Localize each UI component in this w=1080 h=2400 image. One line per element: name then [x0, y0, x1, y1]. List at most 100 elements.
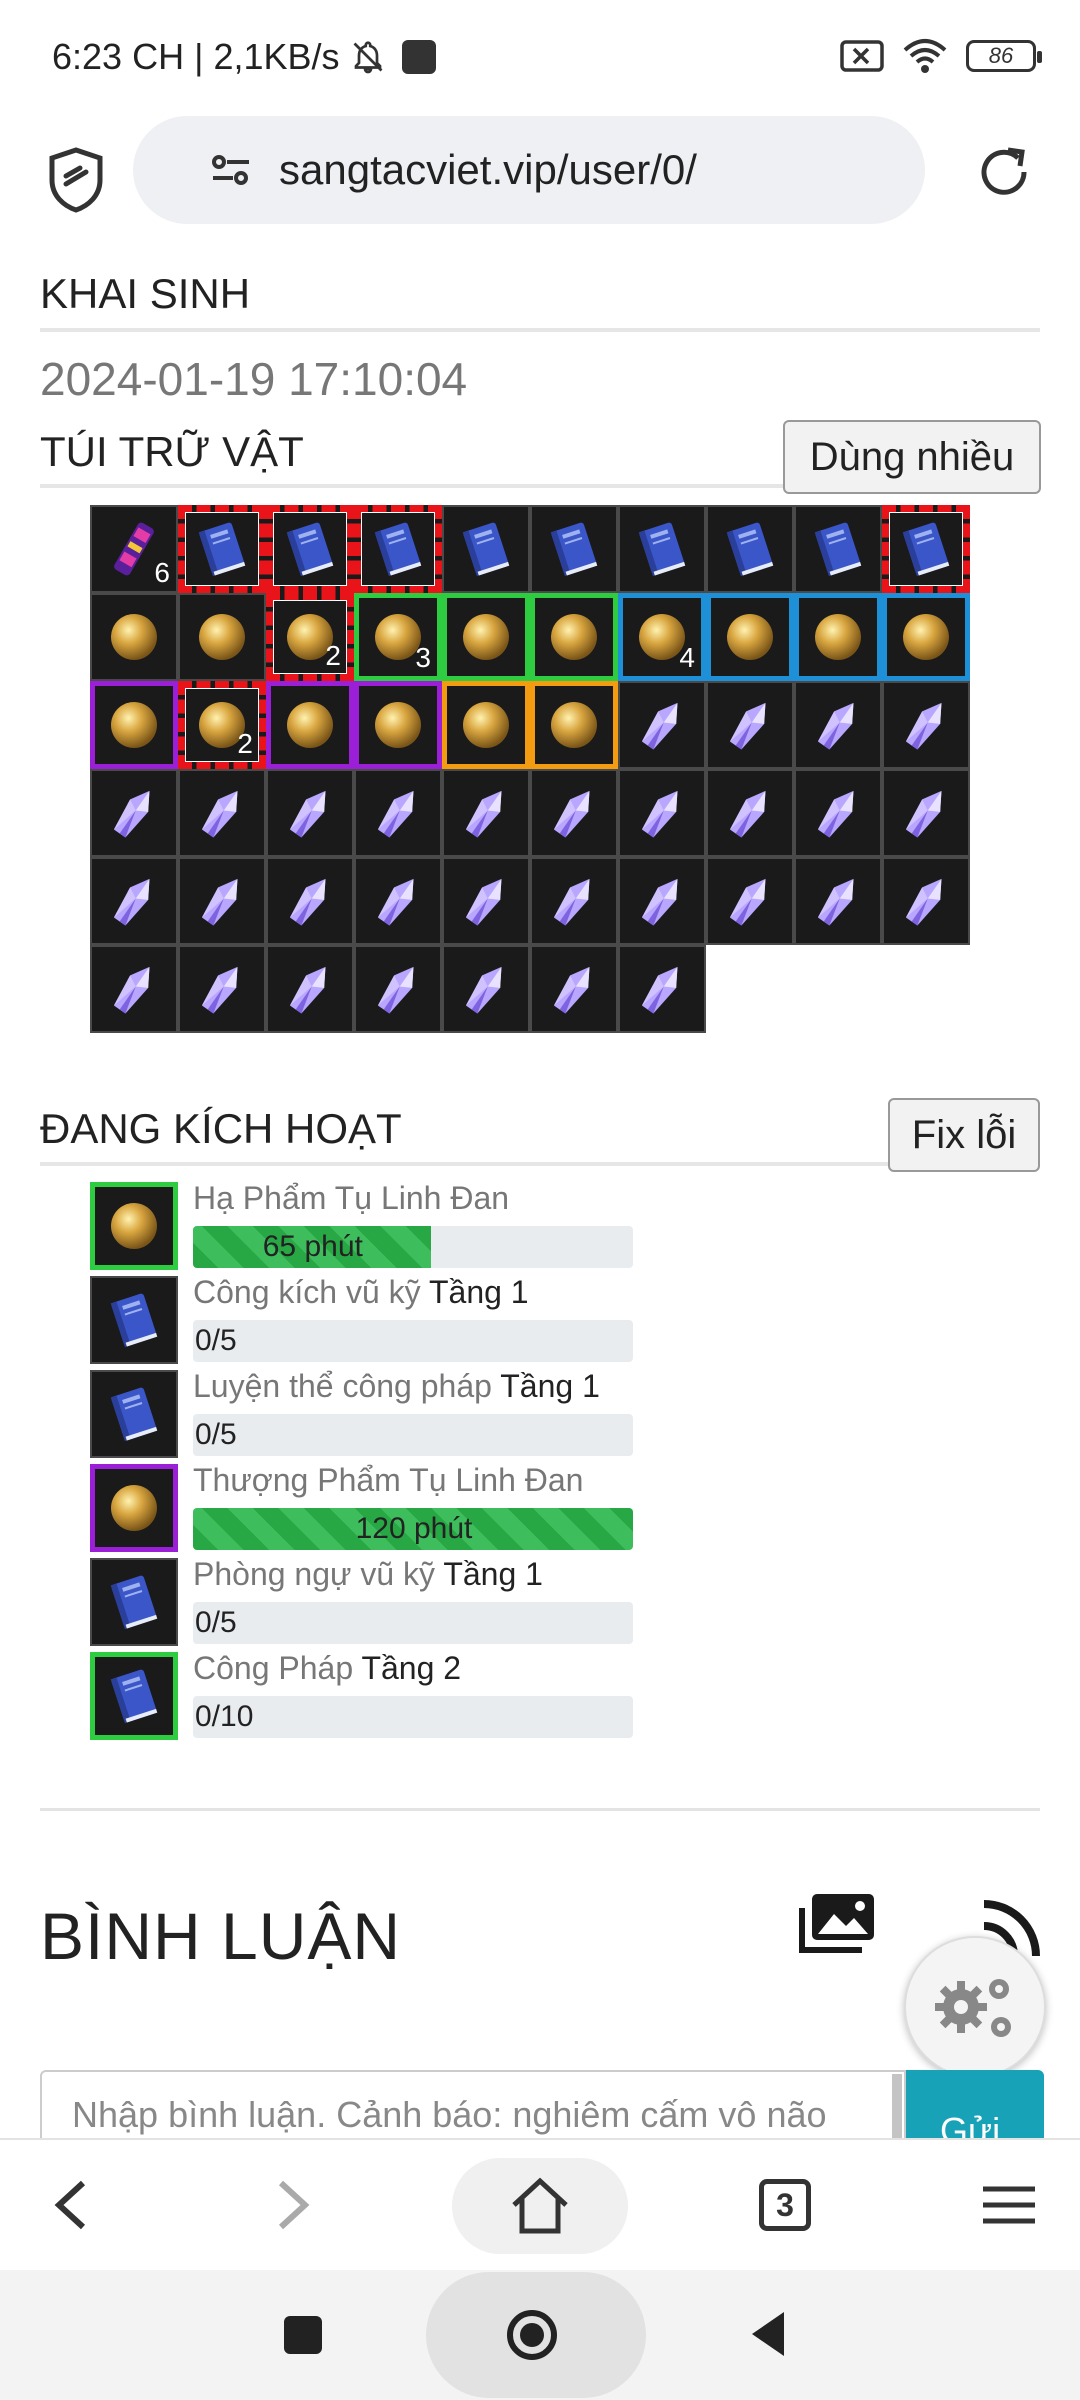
bag-label: TÚI TRỮ VẬT: [40, 428, 304, 475]
active-item-icon[interactable]: [90, 1558, 178, 1646]
url-text[interactable]: sangtacviet.vip/user/0/: [279, 146, 697, 194]
inventory-slot[interactable]: [530, 593, 618, 681]
battery-level: 86: [988, 43, 1014, 68]
battery-icon: 86: [966, 40, 1042, 72]
inventory-slot[interactable]: [882, 593, 970, 681]
inventory-slot[interactable]: [90, 945, 178, 1033]
inventory-slot[interactable]: [354, 505, 442, 593]
inventory-slot[interactable]: [442, 505, 530, 593]
settings-fab[interactable]: [904, 1936, 1046, 2078]
inventory-slot[interactable]: [706, 769, 794, 857]
forward-button[interactable]: [248, 2160, 338, 2250]
active-item-icon[interactable]: [90, 1276, 178, 1364]
inventory-slot[interactable]: [178, 769, 266, 857]
comment-input[interactable]: Nhập bình luận. Cảnh báo: nghiêm cấm vô …: [40, 2070, 906, 2138]
crystal-icon: [553, 790, 590, 838]
inventory-slot[interactable]: [530, 857, 618, 945]
inventory-slot[interactable]: [442, 769, 530, 857]
inventory-slot[interactable]: [354, 769, 442, 857]
tabs-button[interactable]: 3: [740, 2160, 830, 2250]
inventory-slot[interactable]: [90, 769, 178, 857]
progress-bar: 0/5: [193, 1414, 633, 1456]
inventory-slot[interactable]: 6: [90, 505, 178, 593]
active-item-icon[interactable]: [90, 1652, 178, 1740]
tabs-count: 3: [759, 2179, 811, 2231]
inventory-slot[interactable]: [354, 857, 442, 945]
inventory-slot[interactable]: [794, 681, 882, 769]
inventory-slot[interactable]: [618, 505, 706, 593]
crystal-icon: [201, 878, 238, 926]
progress-bar: 120 phút: [193, 1508, 633, 1550]
inventory-slot[interactable]: [706, 857, 794, 945]
send-button[interactable]: Gửi: [906, 2070, 1044, 2138]
inventory-slot[interactable]: [266, 769, 354, 857]
input-scrollbar[interactable]: [892, 2074, 902, 2138]
inventory-slot[interactable]: [266, 681, 354, 769]
inventory-slot[interactable]: [178, 945, 266, 1033]
inventory-slot[interactable]: [442, 857, 530, 945]
inventory-slot[interactable]: 2: [266, 593, 354, 681]
home-circle-icon[interactable]: [505, 2308, 559, 2362]
back-button[interactable]: [26, 2160, 116, 2250]
inventory-slot[interactable]: [90, 857, 178, 945]
inventory-slot[interactable]: [618, 945, 706, 1033]
inventory-slot[interactable]: [706, 505, 794, 593]
inventory-slot[interactable]: [530, 681, 618, 769]
inventory-slot[interactable]: [178, 593, 266, 681]
book-icon: [374, 522, 422, 577]
inventory-slot[interactable]: 2: [178, 681, 266, 769]
birth-label: KHAI SINH: [40, 270, 251, 317]
inventory-slot[interactable]: [618, 857, 706, 945]
back-triangle-icon[interactable]: [748, 2310, 788, 2358]
inventory-slot[interactable]: [90, 681, 178, 769]
inventory-slot[interactable]: [618, 769, 706, 857]
use-many-button[interactable]: Dùng nhiều: [783, 420, 1041, 494]
home-icon-wrap[interactable]: [495, 2160, 585, 2250]
site-settings-icon[interactable]: [207, 146, 255, 194]
inventory-slot[interactable]: [442, 681, 530, 769]
inventory-slot[interactable]: [882, 505, 970, 593]
inventory-slot[interactable]: [266, 857, 354, 945]
reload-icon[interactable]: [972, 140, 1036, 204]
inventory-slot[interactable]: [794, 857, 882, 945]
fix-button[interactable]: Fix lỗi: [888, 1098, 1040, 1172]
inventory-slot[interactable]: [530, 505, 618, 593]
inventory-slot[interactable]: [442, 593, 530, 681]
shield-icon[interactable]: [46, 146, 106, 214]
inventory-slot[interactable]: [354, 681, 442, 769]
inventory-slot[interactable]: [706, 681, 794, 769]
address-bar[interactable]: sangtacviet.vip/user/0/: [133, 116, 925, 224]
pill-icon: [727, 614, 773, 660]
inventory-slot[interactable]: [794, 769, 882, 857]
crystal-icon: [377, 790, 414, 838]
inventory-slot[interactable]: [794, 593, 882, 681]
active-item-icon[interactable]: [90, 1182, 178, 1270]
inventory-slot[interactable]: [530, 769, 618, 857]
inventory-slot[interactable]: [882, 681, 970, 769]
progress-text: 120 phút: [355, 1512, 473, 1545]
inventory-slot[interactable]: 4: [618, 593, 706, 681]
inventory-slot[interactable]: [882, 857, 970, 945]
inventory-slot[interactable]: [442, 945, 530, 1033]
menu-button[interactable]: [964, 2160, 1054, 2250]
inventory-slot[interactable]: [266, 505, 354, 593]
book-icon: [110, 1575, 158, 1630]
image-upload-icon[interactable]: [798, 1890, 878, 1956]
inventory-slot[interactable]: [882, 769, 970, 857]
inventory-slot[interactable]: [530, 945, 618, 1033]
inventory-slot[interactable]: [266, 945, 354, 1033]
active-item-icon[interactable]: [90, 1370, 178, 1458]
inventory-slot[interactable]: [706, 593, 794, 681]
active-item-icon[interactable]: [90, 1464, 178, 1552]
inventory-slot[interactable]: [90, 593, 178, 681]
inventory-slot[interactable]: [178, 857, 266, 945]
crystal-icon: [377, 878, 414, 926]
inventory-slot[interactable]: [618, 681, 706, 769]
inventory-slot[interactable]: [178, 505, 266, 593]
inventory-slot[interactable]: 3: [354, 593, 442, 681]
recents-icon[interactable]: [282, 2314, 324, 2356]
crystal-icon: [641, 878, 678, 926]
crystal-icon: [201, 966, 238, 1014]
inventory-slot[interactable]: [354, 945, 442, 1033]
inventory-slot[interactable]: [794, 505, 882, 593]
